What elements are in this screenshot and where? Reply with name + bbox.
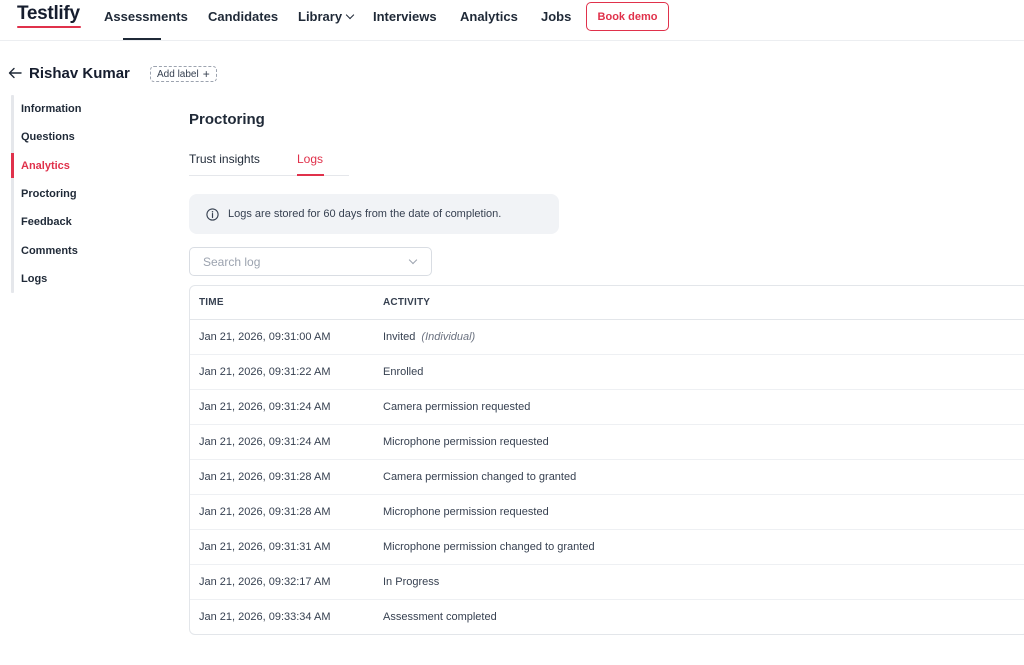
info-text: Logs are stored for 60 days from the dat… [228, 208, 502, 220]
log-activity: Camera permission requested [383, 401, 531, 413]
nav-assessments[interactable]: Assessments [104, 9, 188, 24]
log-activity: Microphone permission requested [383, 436, 549, 448]
tab-trust-insights[interactable]: Trust insights [189, 152, 260, 166]
log-activity-text: Invited [383, 331, 416, 343]
table-row: Jan 21, 2026, 09:31:28 AM Camera permiss… [190, 460, 1024, 495]
sidebar-active-indicator [11, 153, 14, 178]
nav-library[interactable]: Library [298, 9, 355, 24]
back-arrow-icon[interactable] [8, 66, 22, 80]
nav-interviews[interactable]: Interviews [373, 9, 437, 24]
add-label-text: Add label [157, 68, 199, 80]
plus-icon: + [202, 67, 210, 81]
column-header-time: TIME [199, 297, 224, 308]
log-activity: Microphone permission requested [383, 506, 549, 518]
table-row: Jan 21, 2026, 09:31:22 AM Enrolled [190, 355, 1024, 390]
sidebar-item-analytics[interactable]: Analytics [21, 160, 70, 172]
chevron-down-icon [345, 10, 355, 20]
table-row: Jan 21, 2026, 09:31:28 AM Microphone per… [190, 495, 1024, 530]
log-time: Jan 21, 2026, 09:31:31 AM [199, 541, 331, 553]
log-time: Jan 21, 2026, 09:33:34 AM [199, 611, 331, 623]
log-activity: In Progress [383, 576, 440, 588]
table-row: Jan 21, 2026, 09:31:31 AM Microphone per… [190, 530, 1024, 565]
nav-library-label: Library [298, 9, 343, 24]
log-activity: Camera permission changed to granted [383, 471, 577, 483]
sidebar-item-questions[interactable]: Questions [21, 131, 75, 143]
sidebar-item-information[interactable]: Information [21, 103, 82, 115]
table-row: Jan 21, 2026, 09:32:17 AM In Progress [190, 565, 1024, 600]
table-header: TIME ACTIVITY [190, 286, 1024, 320]
logs-table: TIME ACTIVITY Jan 21, 2026, 09:31:00 AM … [189, 285, 1024, 635]
logo-underline [17, 26, 81, 28]
sidebar-item-proctoring[interactable]: Proctoring [21, 188, 77, 200]
sidebar-item-comments[interactable]: Comments [21, 245, 78, 257]
table-row: Jan 21, 2026, 09:31:24 AM Microphone per… [190, 425, 1024, 460]
log-activity: Microphone permission changed to granted [383, 541, 595, 553]
nav-analytics[interactable]: Analytics [460, 9, 518, 24]
column-header-activity: ACTIVITY [383, 297, 431, 308]
tab-active-indicator [297, 174, 324, 176]
log-time: Jan 21, 2026, 09:32:17 AM [199, 576, 331, 588]
page-title: Proctoring [189, 111, 265, 128]
log-activity: Assessment completed [383, 611, 497, 623]
log-activity: Invited (Individual) [383, 331, 475, 343]
testlify-logo[interactable]: Testlify [17, 3, 80, 25]
log-time: Jan 21, 2026, 09:31:28 AM [199, 506, 331, 518]
table-row: Jan 21, 2026, 09:33:34 AM Assessment com… [190, 600, 1024, 634]
search-placeholder: Search log [203, 254, 261, 269]
log-time: Jan 21, 2026, 09:31:24 AM [199, 401, 331, 413]
table-row: Jan 21, 2026, 09:31:24 AM Camera permiss… [190, 390, 1024, 425]
chevron-down-icon[interactable] [408, 255, 418, 265]
search-log-input[interactable]: Search log [189, 247, 432, 276]
tab-bar: Trust insights Logs [189, 151, 349, 176]
add-label-button[interactable]: Add label + [150, 66, 217, 82]
info-icon [206, 207, 219, 221]
table-row: Jan 21, 2026, 09:31:00 AM Invited (Indivi… [190, 320, 1024, 355]
log-activity: Enrolled [383, 366, 424, 378]
log-time: Jan 21, 2026, 09:31:00 AM [199, 331, 331, 343]
tab-logs[interactable]: Logs [297, 152, 323, 166]
nav-jobs[interactable]: Jobs [541, 9, 571, 24]
log-time: Jan 21, 2026, 09:31:22 AM [199, 366, 331, 378]
book-demo-button[interactable]: Book demo [586, 2, 669, 31]
top-navigation: Testlify Assessments Candidates Library … [0, 0, 1024, 41]
log-activity-note: (Individual) [421, 331, 476, 343]
log-time: Jan 21, 2026, 09:31:24 AM [199, 436, 331, 448]
retention-info-banner: Logs are stored for 60 days from the dat… [189, 194, 559, 234]
candidate-name: Rishav Kumar [29, 65, 130, 82]
sidebar-item-logs[interactable]: Logs [21, 273, 47, 285]
sidebar-item-feedback[interactable]: Feedback [21, 216, 72, 228]
sidebar-rail [11, 95, 14, 293]
log-time: Jan 21, 2026, 09:31:28 AM [199, 471, 331, 483]
nav-active-indicator [123, 38, 161, 40]
nav-candidates[interactable]: Candidates [208, 9, 278, 24]
